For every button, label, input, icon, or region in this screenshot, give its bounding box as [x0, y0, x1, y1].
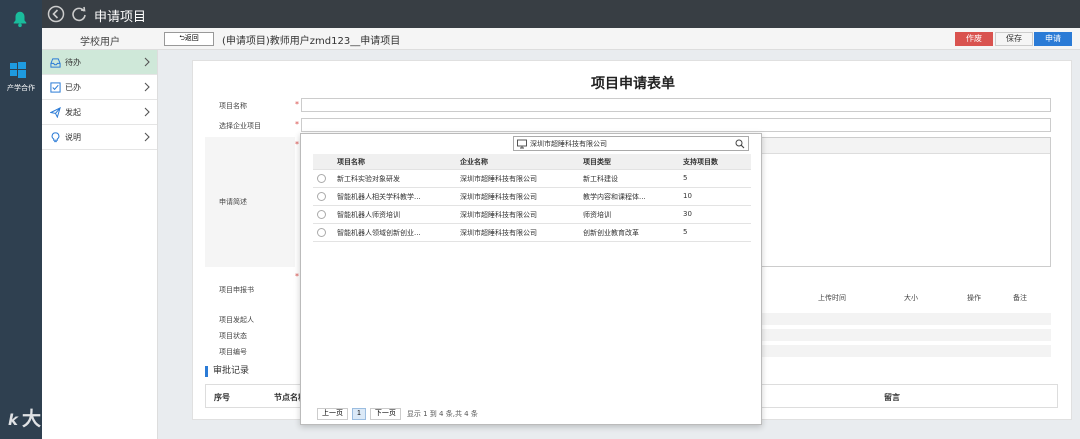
- col-company: 企业名称: [460, 158, 488, 166]
- audit-section-title: 审批记录: [205, 366, 249, 377]
- label-status: 项目状态: [219, 332, 247, 340]
- return-button[interactable]: ⮌返回: [164, 32, 214, 46]
- table-row[interactable]: 智能机器人领域创新创业... 深圳市超睡科技有限公司 创新创业教育改革 5: [313, 224, 751, 242]
- sidebar-item-label: 说明: [65, 132, 81, 142]
- row-radio[interactable]: [317, 174, 326, 183]
- search-icon[interactable]: [735, 139, 745, 149]
- table-row[interactable]: 智能机器人师资培训 深圳市超睡科技有限公司 师资培训 30: [313, 206, 751, 224]
- col-upload-time: 上传时间: [818, 294, 846, 302]
- sidebar-item-todo[interactable]: 待办: [42, 50, 157, 75]
- col-project-name: 项目名称: [337, 158, 365, 166]
- pagination-info: 显示 1 到 4 条,共 4 条: [406, 410, 478, 418]
- apply-button[interactable]: 申请: [1034, 32, 1072, 46]
- label-initiator: 项目发起人: [219, 316, 254, 324]
- cell-count: 30: [683, 210, 692, 218]
- label-number: 项目编号: [219, 348, 247, 356]
- label-project-name: 项目名称: [219, 102, 247, 110]
- row-radio[interactable]: [317, 210, 326, 219]
- sidebar-item-label: 待办: [65, 57, 81, 67]
- left-rail: 产学合作 k大数跨境: [0, 0, 101, 439]
- pagination: 上一页 1 下一页 显示 1 到 4 条,共 4 条: [317, 408, 478, 420]
- enterprise-project-dropdown[interactable]: 深圳市超睡科技有限公司 项目名称 企业名称 项目类型 支持项目数 新工科实验对象…: [300, 133, 762, 425]
- col-comment: 留言: [884, 393, 900, 402]
- label-select-enterprise-project: 选择企业项目: [219, 122, 261, 130]
- row-radio[interactable]: [317, 192, 326, 201]
- void-button[interactable]: 作废: [955, 32, 993, 46]
- apps-label[interactable]: 产学合作: [2, 83, 40, 93]
- chevron-right-icon: [144, 82, 150, 92]
- breadcrumb: (申请项目)教师用户zmd123__申请项目: [222, 36, 401, 47]
- project-list-table: 项目名称 企业名称 项目类型 支持项目数 新工科实验对象研发 深圳市超睡科技有限…: [313, 154, 751, 242]
- cell-company: 深圳市超睡科技有限公司: [460, 211, 537, 219]
- prev-page-button[interactable]: 上一页: [317, 408, 348, 420]
- project-name-input[interactable]: [301, 98, 1051, 112]
- windows-icon[interactable]: [10, 62, 26, 78]
- col-size: 大小: [904, 294, 918, 302]
- required-mark: *: [295, 140, 299, 149]
- cell-type: 创新创业教育改革: [583, 229, 639, 237]
- label-description: 申请简述: [219, 198, 247, 206]
- cell-company: 深圳市超睡科技有限公司: [460, 229, 537, 237]
- sidebar-item-initiate[interactable]: 发起: [42, 100, 157, 125]
- chevron-right-icon: [144, 57, 150, 67]
- save-button[interactable]: 保存: [995, 32, 1033, 46]
- user-name: 学校用户: [80, 37, 120, 48]
- monitor-icon: [517, 139, 527, 149]
- col-count: 支持项目数: [683, 158, 718, 166]
- check-square-icon: [50, 81, 61, 93]
- row-radio[interactable]: [317, 228, 326, 237]
- inbox-icon: [50, 57, 61, 68]
- refresh-icon[interactable]: [70, 5, 88, 23]
- cell-company: 深圳市超睡科技有限公司: [460, 175, 537, 183]
- required-mark: *: [295, 120, 299, 129]
- title-bar: 申请项目: [42, 0, 1080, 28]
- lightbulb-icon: [51, 131, 60, 142]
- col-type: 项目类型: [583, 158, 611, 166]
- chevron-right-icon: [144, 132, 150, 142]
- sidebar-item-done[interactable]: 已办: [42, 75, 157, 100]
- col-seq: 序号: [214, 393, 230, 402]
- sidebar-item-label: 已办: [65, 82, 81, 92]
- table-header: 项目名称 企业名称 项目类型 支持项目数: [313, 154, 751, 170]
- toolbar: 学校用户 ⮌返回 (申请项目)教师用户zmd123__申请项目 作废 保存 申请: [42, 28, 1080, 50]
- required-mark: *: [295, 100, 299, 109]
- cell-count: 5: [683, 174, 688, 182]
- side-menu: 待办 已办 发起 说明: [42, 50, 158, 439]
- table-row[interactable]: 智能机器人相关学科教学... 深圳市超睡科技有限公司 教学内容和课程体... 1…: [313, 188, 751, 206]
- form-title: 项目申请表单: [591, 76, 675, 92]
- sidebar-item-help[interactable]: 说明: [42, 125, 157, 150]
- required-mark: *: [295, 272, 299, 281]
- window-title: 申请项目: [94, 10, 147, 25]
- watermark-logo: k: [8, 411, 19, 429]
- search-value: 深圳市超睡科技有限公司: [530, 140, 607, 148]
- bell-icon[interactable]: [11, 10, 29, 28]
- sidebar-item-label: 发起: [65, 107, 81, 117]
- cell-company: 深圳市超睡科技有限公司: [460, 193, 537, 201]
- table-row[interactable]: 新工科实验对象研发 深圳市超睡科技有限公司 新工科建设 5: [313, 170, 751, 188]
- cell-count: 10: [683, 192, 692, 200]
- cell-name: 智能机器人师资培训: [337, 211, 400, 219]
- cell-type: 教学内容和课程体...: [583, 193, 646, 201]
- send-icon: [50, 106, 61, 118]
- col-note: 备注: [1013, 294, 1027, 302]
- company-search-input[interactable]: 深圳市超睡科技有限公司: [513, 136, 749, 151]
- cell-type: 师资培训: [583, 211, 611, 219]
- back-circle-icon[interactable]: [47, 5, 65, 23]
- cell-type: 新工科建设: [583, 175, 618, 183]
- cell-name: 新工科实验对象研发: [337, 175, 400, 183]
- col-action: 操作: [967, 294, 981, 302]
- next-page-button[interactable]: 下一页: [369, 408, 401, 420]
- cell-name: 智能机器人相关学科教学...: [337, 193, 421, 201]
- cell-count: 5: [683, 228, 688, 236]
- enterprise-project-select[interactable]: [301, 118, 1051, 132]
- cell-name: 智能机器人领域创新创业...: [337, 229, 421, 237]
- chevron-right-icon: [144, 107, 150, 117]
- label-report: 项目申报书: [219, 286, 254, 294]
- page-1-button[interactable]: 1: [352, 408, 366, 420]
